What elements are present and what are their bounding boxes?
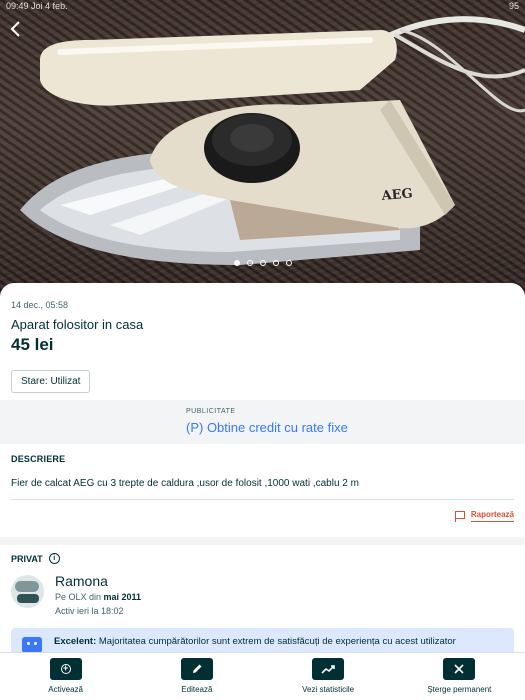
report-label: Raportează [470, 510, 514, 522]
iron-image: AEG [20, 16, 525, 265]
flag-icon [454, 510, 466, 522]
edit-label: Editează [181, 685, 213, 694]
ad-link[interactable]: (P) Obtine credit cu rate fixe [186, 420, 348, 435]
pager-dot[interactable] [233, 260, 240, 266]
listing-photo[interactable]: 09:49 Joi 4 feb. 95 AEG [0, 0, 525, 300]
member-since-prefix: Pe OLX din [55, 592, 104, 602]
plus-circle-icon: + [60, 664, 71, 674]
ad-label: PUBLICITATE [186, 408, 236, 415]
image-pager[interactable] [0, 260, 525, 266]
listing-title: Aparat folositor in casa [11, 317, 144, 332]
activate-label: Activează [48, 685, 83, 694]
edit-button[interactable] [180, 658, 213, 680]
rating-text: Excelent: Majoritatea cumpărătorilor sun… [54, 636, 456, 647]
pager-dot[interactable] [285, 260, 292, 266]
rating-level: Excelent: [54, 636, 97, 647]
pager-dot[interactable] [246, 260, 253, 266]
description-text: Fier de calcat AEG cu 3 trepte de caldur… [11, 478, 359, 489]
pager-dot[interactable] [259, 260, 266, 266]
smiley-icon [22, 637, 42, 653]
delete-action[interactable]: Șterge permanent [394, 653, 525, 700]
member-since: Pe OLX din mai 2011 [55, 592, 141, 602]
seller-type: PRIVAT i [11, 553, 60, 564]
info-icon[interactable]: i [48, 553, 60, 564]
svg-text:AEG: AEG [380, 186, 413, 204]
delete-label: Șterge permanent [427, 685, 492, 694]
advertisement-banner[interactable]: PUBLICITATE (P) Obtine credit cu rate fi… [0, 400, 525, 444]
seller-name[interactable]: Ramona [55, 573, 108, 589]
chevron-left-icon [10, 21, 20, 37]
member-since-date: mai 2011 [103, 592, 142, 602]
seller-type-label: PRIVAT [11, 553, 43, 564]
section-separator [0, 537, 525, 545]
pencil-icon [192, 664, 202, 673]
back-button[interactable] [8, 20, 28, 40]
report-button[interactable]: Raportează [454, 510, 514, 522]
rating-description: Majoritatea cumpărătorilor sunt extrem d… [96, 636, 456, 647]
last-active: Activ ieri la 18:02 [55, 606, 124, 616]
edit-action[interactable]: Editează [131, 653, 262, 700]
pager-dot[interactable] [272, 260, 279, 266]
description-heading: DESCRIERE [11, 454, 66, 464]
activate-button[interactable]: + [49, 658, 82, 680]
statistics-action[interactable]: Vezi statisticile [263, 653, 394, 700]
avatar[interactable] [11, 575, 44, 608]
statistics-button[interactable] [312, 658, 345, 680]
action-bar: + Activează Editează Vezi statisticile Ș… [0, 652, 525, 700]
activate-action[interactable]: + Activează [0, 653, 131, 700]
divider [11, 499, 514, 500]
listing-date: 14 dec., 05:58 [11, 300, 69, 310]
trend-icon [321, 665, 335, 674]
condition-chip[interactable]: Stare: Utilizat [11, 370, 91, 393]
close-icon [454, 664, 464, 674]
listing-details: 14 dec., 05:58 Aparat folositor in casa … [0, 283, 525, 700]
listing-price: 45 lei [11, 335, 54, 354]
delete-button[interactable] [443, 658, 476, 680]
statistics-label: Vezi statisticile [302, 685, 355, 694]
